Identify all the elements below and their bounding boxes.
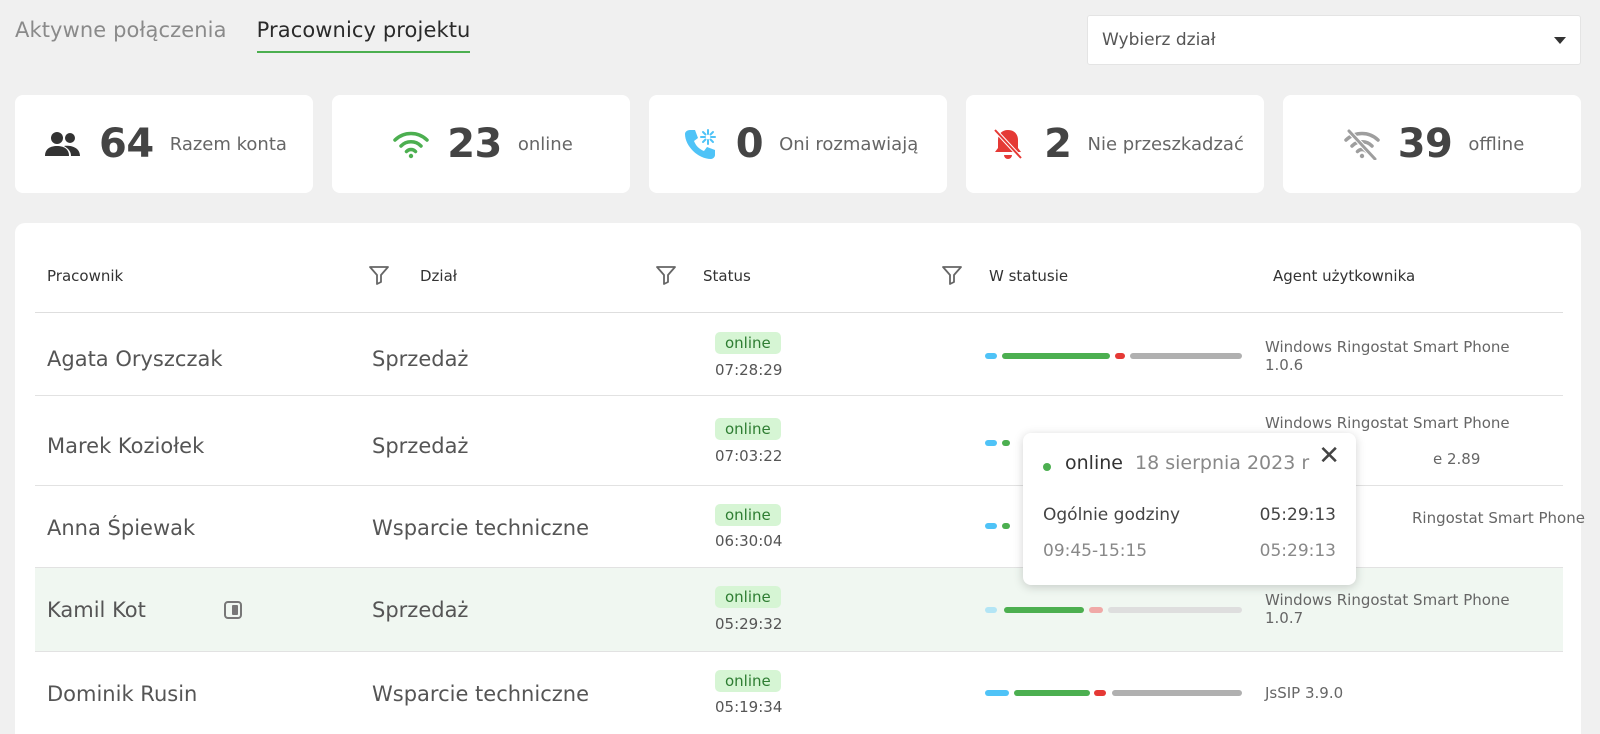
status-time: 06:30:04 — [715, 532, 783, 550]
timeline-segment[interactable] — [1112, 690, 1242, 696]
user-agent: Windows Ringostat Smart Phone 1.0.7 — [1265, 591, 1510, 627]
status-time: 05:29:32 — [715, 615, 783, 633]
phone-call-icon — [678, 126, 722, 162]
employee-name: Kamil Kot — [47, 598, 146, 622]
timeline-segment[interactable] — [1002, 353, 1110, 359]
timeline-segment[interactable] — [985, 353, 997, 359]
user-agent: Windows Ringostat Smart Phone — [1265, 414, 1510, 432]
tab-project-employees[interactable]: Pracownicy projektu — [256, 18, 471, 53]
timeline-segment[interactable] — [1130, 353, 1242, 359]
timeline-segment[interactable] — [1002, 523, 1010, 529]
table-row[interactable]: Dominik Rusin Wsparcie techniczne online… — [35, 652, 1563, 734]
user-agent: Ringostat Smart Phone — [1412, 509, 1585, 527]
tab-bar: Aktywne połączenia Pracownicy projektu — [15, 18, 471, 53]
column-header-employee: Pracownik — [47, 267, 124, 285]
employee-department: Sprzedaż — [372, 598, 469, 622]
status-dot-icon — [1043, 463, 1051, 471]
employee-name: Marek Koziołek — [47, 434, 205, 458]
timeline-segment[interactable] — [1014, 690, 1090, 696]
stat-label: Razem konta — [169, 133, 287, 155]
column-header-department: Dział — [420, 267, 458, 285]
tooltip-total-label: Ogólnie godziny — [1043, 505, 1181, 525]
column-header-in-status: W statusie — [989, 267, 1069, 285]
timeline-segment[interactable] — [985, 523, 997, 529]
stat-label: offline — [1468, 133, 1525, 155]
status-badge: online — [715, 504, 781, 526]
status-tooltip: online 18 sierpnia 2023 r ✕ Ogólnie godz… — [1023, 433, 1356, 585]
bell-off-icon — [986, 126, 1030, 162]
tooltip-date: 18 sierpnia 2023 r — [1135, 452, 1310, 474]
stat-value: 0 — [735, 121, 764, 167]
timeline-segment[interactable] — [1002, 440, 1010, 446]
employee-name: Agata Oryszczak — [47, 347, 223, 371]
employee-name: Anna Śpiewak — [47, 516, 196, 540]
timeline-segment[interactable] — [1089, 607, 1103, 613]
timeline-segment[interactable] — [985, 690, 1009, 696]
user-agent-version: e 2.89 — [1433, 450, 1481, 468]
stat-card-offline: 39 offline — [1283, 95, 1581, 193]
stat-value: 2 — [1044, 121, 1072, 167]
timeline-segment[interactable] — [985, 440, 997, 446]
status-badge: online — [715, 332, 781, 354]
stat-value: 23 — [447, 121, 502, 167]
stats-row: 64 Razem konta 23 online 0 Oni rozmawiaj… — [15, 95, 1581, 193]
filter-icon[interactable] — [655, 265, 677, 285]
status-badge: online — [715, 670, 781, 692]
stat-label: Oni rozmawiają — [779, 133, 919, 155]
timeline-segment[interactable] — [1108, 607, 1242, 613]
tooltip-range-label: 09:45-15:15 — [1043, 541, 1148, 561]
status-time: 07:03:22 — [715, 447, 783, 465]
people-icon — [41, 126, 85, 162]
chevron-down-icon — [1554, 36, 1566, 44]
column-header-user-agent: Agent użytkownika — [1273, 267, 1416, 285]
employee-name: Dominik Rusin — [47, 682, 198, 706]
stat-card-online: 23 online — [332, 95, 630, 193]
timeline-segment[interactable] — [1115, 353, 1125, 359]
timeline-segment[interactable] — [1004, 607, 1084, 613]
stat-value: 64 — [99, 121, 154, 167]
employee-department: Sprzedaż — [372, 434, 469, 458]
stat-label: Nie przeszkadzać — [1087, 133, 1244, 155]
tooltip-range-value: 05:29:13 — [1259, 541, 1336, 561]
tooltip-total-value: 05:29:13 — [1259, 505, 1336, 525]
close-icon[interactable]: ✕ — [1318, 443, 1340, 469]
stat-card-dnd: 2 Nie przeszkadzać — [966, 95, 1264, 193]
timeline-segment[interactable] — [985, 607, 997, 613]
stat-card-talking: 0 Oni rozmawiają — [649, 95, 947, 193]
stat-card-total: 64 Razem konta — [15, 95, 313, 193]
tab-active-connections[interactable]: Aktywne połączenia — [15, 18, 227, 53]
status-badge: online — [715, 418, 781, 440]
department-select-placeholder: Wybierz dział — [1102, 30, 1216, 50]
stat-label: online — [517, 133, 573, 155]
table-header: Pracownik Dział Status W statusie Agent … — [35, 223, 1563, 313]
status-time: 07:28:29 — [715, 361, 783, 379]
user-agent: Windows Ringostat Smart Phone 1.0.6 — [1265, 338, 1510, 374]
status-badge: online — [715, 586, 781, 608]
timeline-segment[interactable] — [1094, 690, 1106, 696]
table-row[interactable]: Agata Oryszczak Sprzedaż online 07:28:29… — [35, 313, 1563, 396]
stat-value: 39 — [1397, 121, 1453, 167]
wifi-icon — [389, 126, 433, 162]
department-select[interactable]: Wybierz dział — [1087, 15, 1581, 65]
employee-department: Wsparcie techniczne — [372, 682, 590, 706]
employee-department: Wsparcie techniczne — [372, 516, 590, 540]
wifi-off-icon — [1340, 126, 1384, 162]
filter-icon[interactable] — [368, 265, 390, 285]
user-agent: JsSIP 3.9.0 — [1265, 684, 1344, 702]
employee-department: Sprzedaż — [372, 347, 469, 371]
status-time: 05:19:34 — [715, 698, 783, 716]
filter-icon[interactable] — [941, 265, 963, 285]
column-header-status: Status — [703, 267, 751, 285]
softphone-icon[interactable] — [224, 601, 242, 619]
tooltip-status: online — [1065, 452, 1123, 474]
